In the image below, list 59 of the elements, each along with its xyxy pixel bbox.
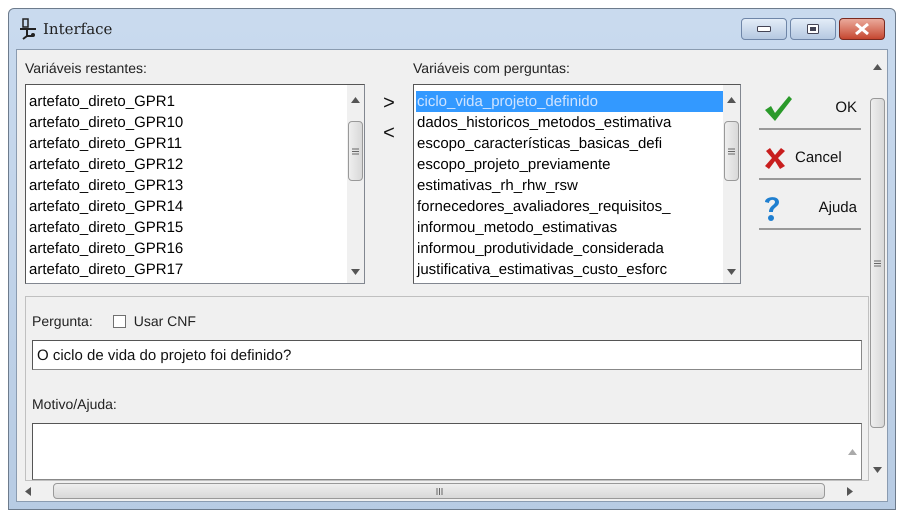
checkbox[interactable] [112,315,126,328]
list-item[interactable]: escopo_características_basicas_defi [416,133,723,154]
list-item[interactable]: informou_produtividade_considerada [416,238,723,259]
maximize-button[interactable] [790,18,836,40]
checkbox-label: Usar CNF [134,312,196,331]
scroll-thumb[interactable] [870,98,885,428]
scrollbar[interactable] [347,85,364,283]
list-item[interactable]: artefato_direto_GPR15 [28,217,347,238]
scroll-thumb[interactable] [348,121,363,181]
list-item[interactable]: artefato_direto_GPR11 [28,133,347,154]
scroll-thumb[interactable] [53,483,825,499]
close-button[interactable] [839,18,885,40]
scroll-down-icon[interactable] [727,269,736,275]
scroll-left-icon[interactable] [25,486,31,496]
help-button[interactable]: Ajuda [759,188,861,230]
list-item[interactable]: justificativa_estimativas_custo_esforc [416,259,723,280]
list-item[interactable]: artefato_direto_GPR10 [28,112,347,133]
list-item[interactable]: artefato_direto_GPR17 [28,259,347,280]
question-label: Pergunta: [32,312,93,331]
scrollbar[interactable] [723,85,740,283]
scroll-up-icon[interactable] [727,97,736,103]
scroll-up-icon[interactable] [873,64,882,70]
list-item[interactable]: artefato_direto_GPR16 [28,238,347,259]
list-item[interactable]: artefato_direto_GPR1 [28,91,347,112]
scroll-down-icon[interactable] [873,467,882,473]
move-right-button[interactable]: > [379,90,399,116]
close-icon [763,146,787,170]
checkmark-icon [763,94,793,122]
close-icon [855,23,869,35]
scroll-up-icon[interactable] [351,97,360,103]
reason-field[interactable] [32,423,862,480]
minimize-icon [757,26,771,32]
scroll-down-icon[interactable] [351,269,360,275]
list-item[interactable]: artefato_direto_GPR13 [28,175,347,196]
list-item[interactable]: fornecedores_avaliadores_requisitos_ [416,196,723,217]
grip-icon [874,260,881,266]
scroll-thumb[interactable] [724,121,739,181]
grip-icon [728,148,735,154]
list-item[interactable]: escopo_projeto_previamente [416,154,723,175]
question-field[interactable]: O ciclo de vida do projeto foi definido? [32,340,862,370]
list-label: Variáveis com perguntas: [413,59,571,78]
help-icon [763,194,781,222]
maximize-icon [807,24,819,34]
list-item[interactable]: estimativas_rh_rhw_rsw [416,175,723,196]
list-item[interactable]: artefato_direto_GPR14 [28,196,347,217]
list-item[interactable]: artefato_direto_GPR12 [28,154,347,175]
move-left-button[interactable]: < [379,120,399,146]
window-title: Interface [43,18,112,40]
grip-icon [352,148,359,154]
scroll-right-icon[interactable] [847,486,853,496]
ok-button[interactable]: OK [759,88,861,130]
list-item[interactable]: dados_historicos_metodos_estimativa [416,112,723,133]
grip-icon [436,488,442,494]
reason-label: Motivo/Ajuda: [32,395,118,414]
cancel-button[interactable]: Cancel [759,138,861,180]
app-icon [19,18,37,40]
list-item[interactable]: informou_metodo_estimativas [416,217,723,238]
list-label: Variáveis restantes: [25,59,148,78]
minimize-button[interactable] [741,18,787,40]
